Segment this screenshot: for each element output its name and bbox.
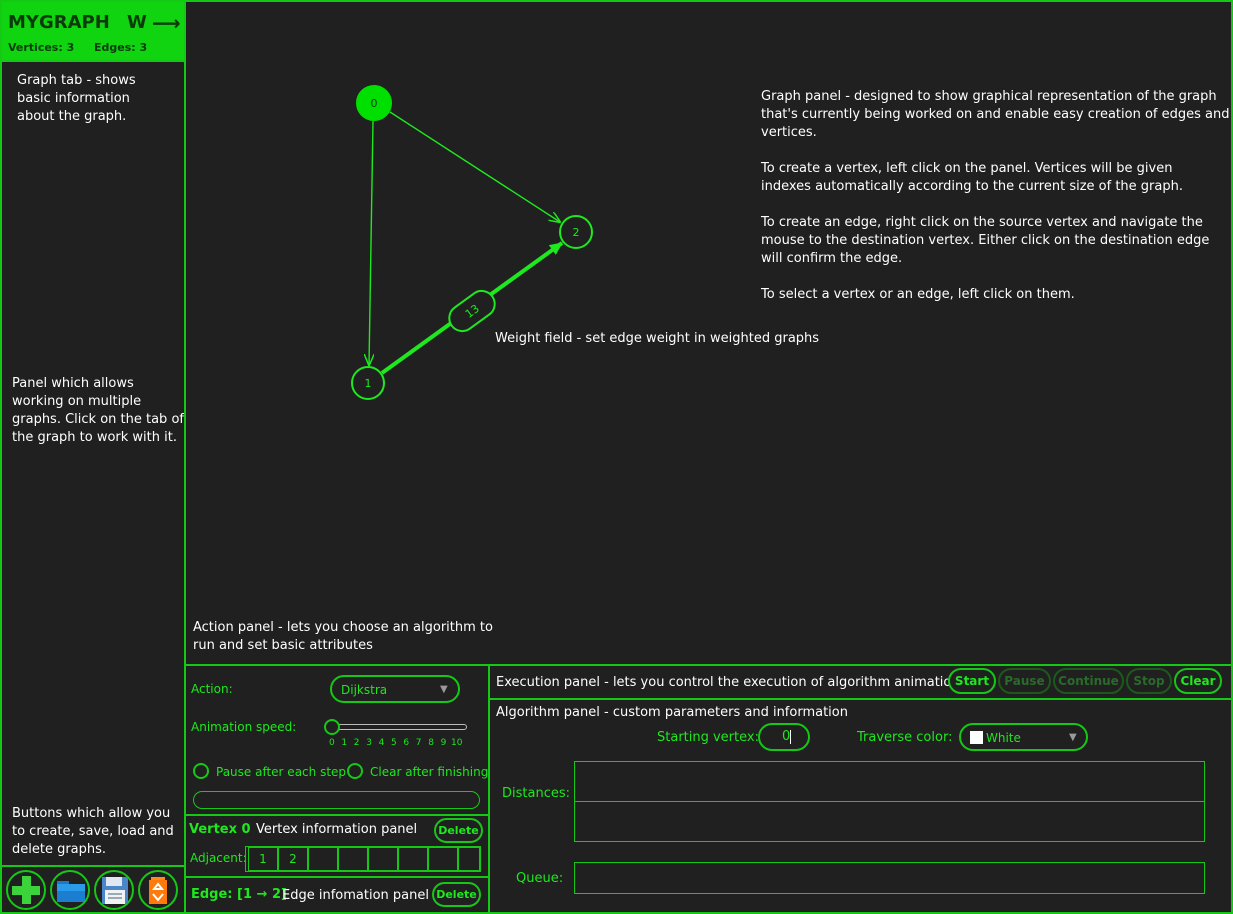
chevron-down-icon: ▼ <box>1069 732 1077 743</box>
vertex-0[interactable]: 0 <box>356 85 392 121</box>
note-graph-panel-help: Graph panel - designed to show graphical… <box>761 89 1230 302</box>
text-cursor <box>790 730 791 744</box>
distances-table <box>574 761 1205 842</box>
traverse-color-value: White <box>986 731 1021 745</box>
note-graph-tab: Graph tab - shows basic information abou… <box>17 73 136 124</box>
note-edge-panel: Edge infomation panel <box>282 888 429 903</box>
action-select[interactable]: Dijkstra ▼ <box>330 675 460 703</box>
adjacent-cell[interactable] <box>428 847 458 871</box>
slider-track <box>324 724 467 730</box>
action-select-value: Dijkstra <box>341 683 388 697</box>
delete-graph-button[interactable] <box>138 870 178 910</box>
note-algorithm-panel: Algorithm panel - custom parameters and … <box>496 705 848 720</box>
vertex-1-label: 1 <box>365 377 372 390</box>
queue-label: Queue: <box>516 871 564 886</box>
adjacent-cell[interactable] <box>368 847 398 871</box>
adjacent-cell[interactable] <box>338 847 368 871</box>
graph-tab-title: MYGRAPH <box>8 12 110 33</box>
vertex-1[interactable]: 1 <box>351 366 385 400</box>
stop-button[interactable]: Stop <box>1126 668 1172 694</box>
adjacent-cell[interactable]: 1 <box>248 847 278 871</box>
note-action-panel: Action panel - lets you choose an algori… <box>193 620 493 653</box>
vertex-2[interactable]: 2 <box>559 215 593 249</box>
graph-tab[interactable]: MYGRAPH W ⟶ Vertices: 3 Edges: 3 <box>2 2 184 60</box>
distances-label: Distances: <box>502 786 570 801</box>
delete-vertex-button[interactable]: Delete <box>434 818 483 843</box>
edge-title: Edge: [1 → 2] <box>191 887 287 902</box>
edge-0-1[interactable] <box>369 120 373 365</box>
note-graph-buttons: Buttons which allow you to create, save,… <box>12 806 174 857</box>
adjacent-cell[interactable]: 2 <box>278 847 308 871</box>
adjacent-label: Adjacent: <box>190 851 247 865</box>
floppy-disk-icon <box>102 877 128 904</box>
note-execution-panel: Execution panel - lets you control the e… <box>496 675 960 690</box>
color-swatch <box>970 731 983 744</box>
note-weight-field: Weight field - set edge weight in weight… <box>495 331 820 346</box>
note-graph-panel: Panel which allows working on multiple g… <box>12 376 184 445</box>
load-graph-button[interactable] <box>50 870 90 910</box>
clear-after-finish-radio[interactable] <box>347 763 363 779</box>
sidebar-buttons-divider <box>2 865 184 867</box>
adjacent-cell[interactable] <box>458 847 480 871</box>
animation-progress-bar <box>193 791 480 809</box>
traverse-color-label: Traverse color: <box>857 730 953 745</box>
save-graph-button[interactable] <box>94 870 134 910</box>
slider-thumb[interactable] <box>324 719 340 735</box>
graph-tab-divider <box>2 60 184 62</box>
action-label: Action: <box>191 682 233 696</box>
queue-box <box>574 862 1205 894</box>
distances-row-divider <box>575 801 1204 802</box>
adjacent-cell[interactable] <box>398 847 428 871</box>
plus-icon <box>12 876 40 904</box>
adjacent-cell[interactable] <box>308 847 338 871</box>
starting-vertex-label: Starting vertex: <box>657 730 759 745</box>
pause-after-step-radio[interactable] <box>193 763 209 779</box>
vertex-2-label: 2 <box>573 226 580 239</box>
clear-button[interactable]: Clear <box>1174 668 1222 694</box>
pause-after-step-label: Pause after each step <box>216 765 347 779</box>
pause-button[interactable]: Pause <box>998 668 1051 694</box>
folder-icon <box>57 881 85 902</box>
start-button[interactable]: Start <box>948 668 996 694</box>
graph-drawing: 13 0 1 2 <box>351 85 593 400</box>
starting-vertex-input[interactable]: 0 <box>758 723 810 751</box>
vertex-0-label: 0 <box>371 97 378 110</box>
traverse-color-select[interactable]: White ▼ <box>959 723 1088 751</box>
new-graph-button[interactable] <box>6 870 46 910</box>
graph-tab-vertex-count: Vertices: 3 <box>8 41 75 54</box>
recycle-bin-icon <box>149 877 167 904</box>
adjacent-list: 1 2 <box>245 846 481 872</box>
chevron-down-icon: ▼ <box>440 684 448 695</box>
animation-speed-slider[interactable] <box>324 718 469 738</box>
animation-speed-label: Animation speed: <box>191 720 297 734</box>
graph-tab-type-letter: W <box>127 12 147 33</box>
vertex-title: Vertex 0 <box>189 822 251 837</box>
delete-edge-button[interactable]: Delete <box>432 882 481 907</box>
continue-button[interactable]: Continue <box>1053 668 1124 694</box>
graph-tab-edge-count: Edges: 3 <box>94 41 148 54</box>
note-vertex-panel: Vertex information panel <box>256 822 418 837</box>
edge-0-2[interactable] <box>389 111 560 222</box>
clear-after-finish-label: Clear after finishing <box>370 765 489 779</box>
directed-arrow-icon: ⟶ <box>152 11 181 35</box>
speed-ticks: 0 1 2 3 4 5 6 7 8 9 10 <box>329 738 463 748</box>
sidebar-panel <box>0 0 186 914</box>
